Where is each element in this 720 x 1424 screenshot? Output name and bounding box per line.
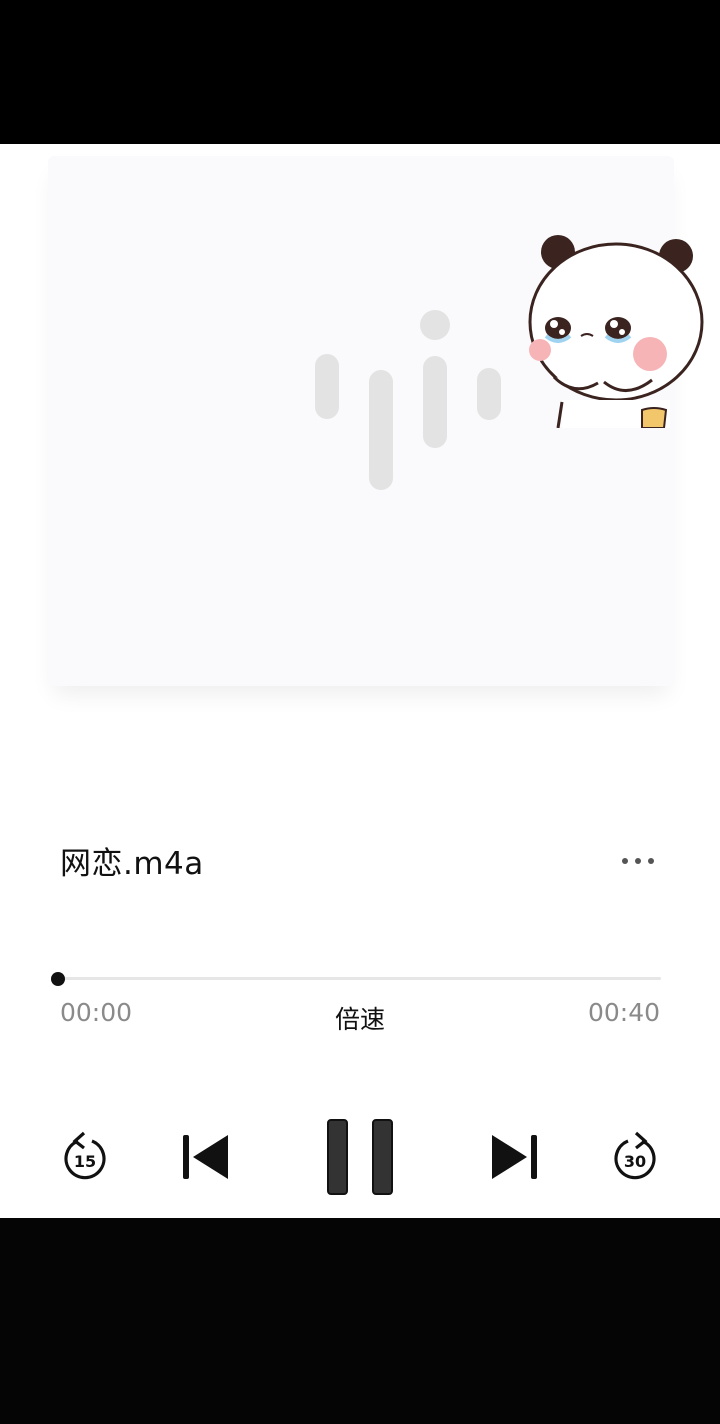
skip-previous-icon[interactable] <box>182 1134 230 1180</box>
current-time: 00:00 <box>60 998 133 1027</box>
player-screen: 网恋.m4a 00:00 倍速 00:40 15 30 <box>0 144 720 1218</box>
progress-track[interactable] <box>58 977 661 980</box>
more-horizontal-icon[interactable] <box>620 856 660 866</box>
skip-next-icon[interactable] <box>490 1134 538 1180</box>
track-title: 网恋.m4a <box>60 846 204 882</box>
crying-panda-sticker <box>528 235 704 428</box>
rewind-15-icon[interactable]: 15 <box>62 1130 108 1180</box>
forward-30-icon[interactable]: 30 <box>612 1130 658 1180</box>
waveform-placeholder-icon <box>315 310 501 490</box>
bottom-letterbox <box>0 1218 720 1424</box>
top-letterbox <box>0 0 720 144</box>
album-cover <box>48 156 704 686</box>
rewind-15-label: 15 <box>74 1152 96 1171</box>
progress-thumb[interactable] <box>51 972 65 986</box>
forward-30-label: 30 <box>624 1152 646 1171</box>
speed-button[interactable]: 倍速 <box>320 1000 400 1036</box>
pause-icon[interactable] <box>327 1119 393 1195</box>
total-time: 00:40 <box>587 998 660 1027</box>
